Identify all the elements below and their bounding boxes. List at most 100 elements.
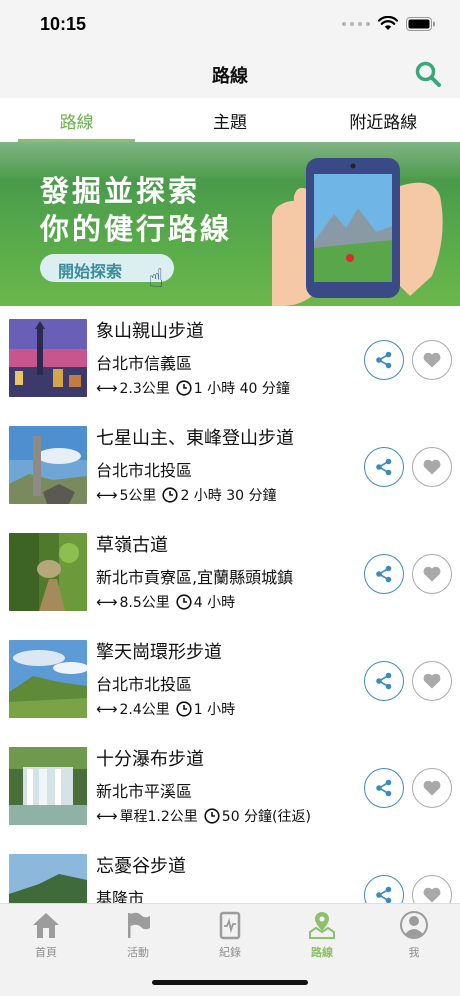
trail-distance: 5公里: [119, 488, 157, 504]
heart-icon: [423, 887, 441, 903]
trail-name: 草嶺古道: [96, 535, 168, 556]
trail-area: 基隆市: [96, 889, 145, 903]
home-indicator[interactable]: [152, 980, 308, 985]
phone-illustration: [272, 158, 443, 306]
distance-icon: ⟷: [96, 486, 118, 504]
trail-area: 台北市信義區: [96, 354, 193, 373]
share-button[interactable]: [364, 768, 404, 808]
share-icon: [376, 565, 392, 583]
trail-distance: 8.5公里: [119, 595, 170, 611]
tabbar-label: 活動: [127, 946, 149, 959]
clock-icon: [176, 594, 192, 610]
segment-tabs: 路線 主題 附近路線: [0, 98, 460, 142]
tabbar-home[interactable]: 首頁: [0, 904, 92, 996]
status-time: 10:15: [40, 14, 87, 34]
trail-item[interactable]: 十分瀑布步道 新北市平溪區 ⟷ 單程1.2公里 50 分鐘(往返): [0, 734, 460, 841]
trail-distance: 2.4公里: [119, 702, 170, 718]
trail-distance: 2.3公里: [119, 381, 170, 397]
trail-area: 台北市北投區: [96, 675, 193, 694]
trail-name: 七星山主、東峰登山步道: [96, 428, 294, 449]
trail-photo: [9, 533, 87, 611]
trail-item[interactable]: 擎天崗環形步道 台北市北投區 ⟷ 2.4公里 1 小時: [0, 627, 460, 734]
trail-name: 象山親山步道: [96, 321, 204, 342]
trail-item[interactable]: 忘憂谷步道 基隆市: [0, 841, 460, 903]
share-icon: [376, 886, 392, 903]
like-button[interactable]: [412, 447, 452, 487]
trail-photo: [9, 319, 87, 397]
share-button[interactable]: [364, 340, 404, 380]
tabbar-me[interactable]: 我: [368, 904, 460, 996]
heart-icon: [423, 566, 441, 582]
signal-dots-icon: [342, 21, 370, 26]
tabbar-label: 紀錄: [219, 946, 241, 959]
like-button[interactable]: [412, 875, 452, 903]
like-button[interactable]: [412, 340, 452, 380]
tabbar-label: 首頁: [35, 946, 57, 959]
tabbar-label: 路線: [311, 946, 333, 959]
home-icon: [33, 913, 59, 938]
clock-icon: [204, 808, 220, 824]
status-icons: [342, 16, 436, 31]
trail-duration: 1 小時: [193, 702, 236, 718]
heart-icon: [423, 459, 441, 475]
share-button[interactable]: [364, 661, 404, 701]
tab-routes[interactable]: 路線: [0, 98, 153, 142]
user-icon: [400, 911, 428, 939]
trail-photo: [9, 426, 87, 504]
flag-icon: [128, 912, 150, 938]
trail-duration: 50 分鐘(往返): [221, 809, 311, 825]
trail-area: 新北市平溪區: [96, 782, 193, 801]
trail-area: 台北市北投區: [96, 461, 193, 480]
search-icon[interactable]: [414, 60, 442, 88]
battery-icon: [406, 16, 435, 31]
tab-nearby-routes[interactable]: 附近路線: [307, 98, 460, 142]
share-button[interactable]: [364, 447, 404, 487]
trail-item[interactable]: 七星山主、東峰登山步道 台北市北投區 ⟷ 5公里 2 小時 30 分鐘: [0, 413, 460, 520]
share-button[interactable]: [364, 875, 404, 903]
share-icon: [376, 672, 392, 690]
distance-icon: ⟷: [96, 593, 118, 611]
like-button[interactable]: [412, 768, 452, 808]
like-button[interactable]: [412, 661, 452, 701]
trail-duration: 2 小時 30 分鐘: [180, 488, 277, 504]
trail-name: 擎天崗環形步道: [96, 642, 222, 663]
banner-headline-2: 你的健行路線: [40, 212, 233, 246]
share-icon: [376, 458, 392, 476]
trail-item[interactable]: 象山親山步道 台北市信義區 ⟷ 2.3公里 1 小時 40 分鐘: [0, 306, 460, 413]
clock-icon: [162, 487, 179, 503]
pointer-hand-icon: ☝: [148, 264, 164, 294]
heart-icon: [423, 780, 441, 796]
trail-meta: ⟷ 5公里 2 小時 30 分鐘: [96, 485, 277, 505]
page-title: 路線: [212, 66, 248, 87]
banner-headline-1: 發掘並探索: [40, 174, 201, 208]
status-bar: 10:15: [0, 0, 460, 50]
trail-name: 十分瀑布步道: [96, 749, 204, 770]
trail-photo: [9, 640, 87, 718]
clock-icon: [176, 701, 192, 717]
wifi-icon: [378, 16, 398, 30]
trail-meta: ⟷ 8.5公里 4 小時: [96, 592, 235, 612]
distance-icon: ⟷: [96, 379, 118, 397]
distance-icon: ⟷: [96, 700, 118, 718]
explore-banner[interactable]: 發掘並探索 你的健行路線 開始探索 ☝: [0, 142, 460, 306]
trail-name: 忘憂谷步道: [96, 856, 186, 877]
heart-icon: [423, 673, 441, 689]
trail-meta: ⟷ 2.4公里 1 小時: [96, 699, 235, 719]
trail-duration: 4 小時: [193, 595, 236, 611]
trail-meta: ⟷ 2.3公里 1 小時 40 分鐘: [96, 378, 290, 398]
trail-distance: 單程1.2公里: [119, 809, 198, 825]
distance-icon: ⟷: [96, 807, 118, 825]
clock-icon: [176, 380, 192, 396]
share-icon: [376, 779, 392, 797]
map-pin-icon: [309, 912, 335, 939]
tab-themes[interactable]: 主題: [153, 98, 306, 142]
trail-photo: [9, 747, 87, 825]
tabbar-label: 我: [408, 946, 420, 959]
trail-photo: [9, 854, 87, 903]
share-button[interactable]: [364, 554, 404, 594]
trail-meta: ⟷ 單程1.2公里 50 分鐘(往返): [96, 806, 311, 826]
like-button[interactable]: [412, 554, 452, 594]
trail-area: 新北市貢寮區,宜蘭縣頭城鎮: [96, 568, 294, 587]
heart-icon: [423, 352, 441, 368]
trail-item[interactable]: 草嶺古道 新北市貢寮區,宜蘭縣頭城鎮 ⟷ 8.5公里 4 小時: [0, 520, 460, 627]
